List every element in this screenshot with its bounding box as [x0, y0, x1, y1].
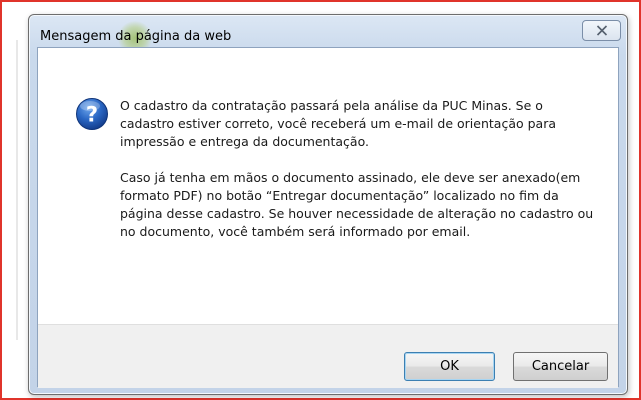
message-dialog: Mensagem da página da web ? O cadastro d…: [28, 14, 628, 395]
message-paragraph-1: O cadastro da contratação passará pela a…: [120, 98, 556, 149]
message-paragraph-2: Caso já tenha em mãos o documento assina…: [120, 170, 594, 239]
dialog-title: Mensagem da página da web: [40, 29, 232, 44]
cancel-button[interactable]: Cancelar: [513, 352, 608, 381]
background-page-edge: [16, 40, 18, 340]
dialog-content: ? O cadastro da contratação passará pela…: [37, 47, 619, 388]
question-icon: ?: [75, 97, 109, 131]
svg-text:?: ?: [86, 103, 98, 127]
dialog-message: O cadastro da contratação passará pela a…: [120, 97, 600, 241]
ok-button[interactable]: OK: [404, 352, 495, 381]
close-icon: [596, 25, 607, 36]
close-button[interactable]: [582, 20, 621, 41]
dialog-button-bar: OK Cancelar: [38, 324, 618, 388]
